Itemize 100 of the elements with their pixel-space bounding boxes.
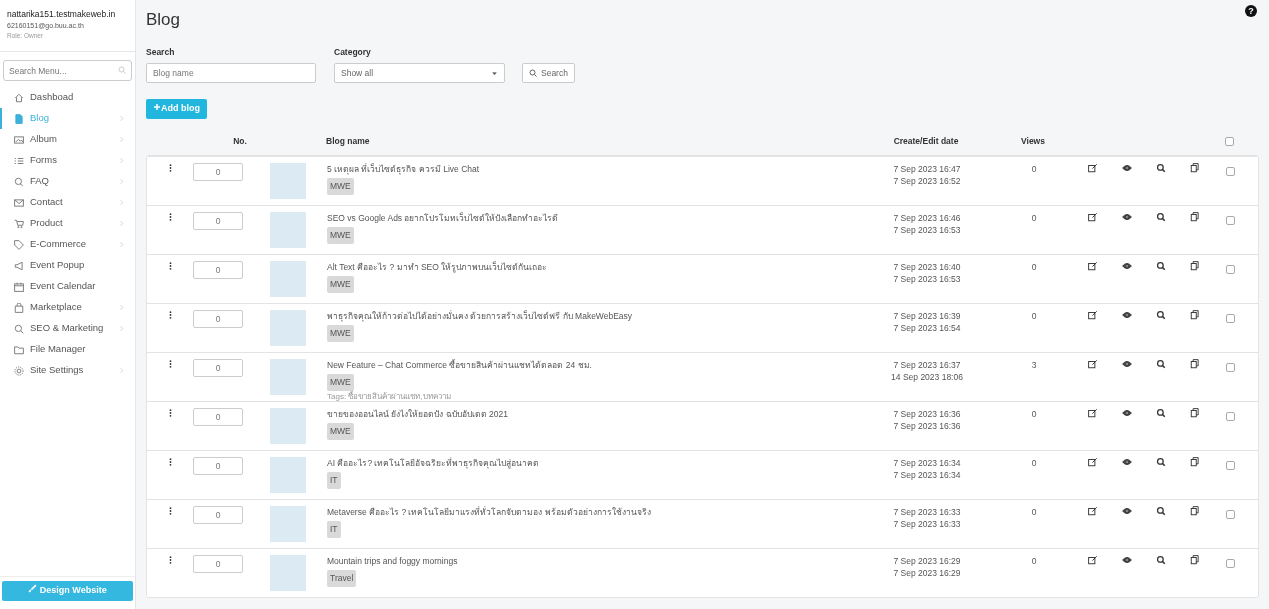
order-number-field[interactable]: 0	[193, 310, 243, 329]
blog-title[interactable]: ขายของออนไลน์ ยังไงให้ยอดปัง ฉบับอัปเดต 2021	[327, 408, 862, 421]
search-icon[interactable]	[1156, 457, 1166, 468]
eye-icon[interactable]	[1122, 163, 1132, 174]
blog-title[interactable]: Metaverse คืออะไร ? เทคโนโลยีมาแรงที่ทั่วโลกจับตามอง พร้อมตัวอย่างการใช้งานจริง	[327, 506, 862, 519]
row-checkbox[interactable]	[1225, 412, 1235, 422]
search-menu-field[interactable]: Search Menu...	[3, 60, 132, 81]
order-number-field[interactable]: 0	[193, 506, 243, 525]
menu-item[interactable]: Dashboad	[0, 87, 135, 108]
blog-title[interactable]: 5 เหตุผล ที่เว็บไซต์ธุรกิจ ควรมี Live Chat	[327, 163, 862, 176]
order-number-field[interactable]: 0	[193, 457, 243, 476]
row-checkbox[interactable]	[1225, 559, 1235, 569]
edit-icon[interactable]	[1088, 310, 1098, 321]
blog-title[interactable]: AI คืออะไร? เทคโนโลยีอัจฉริยะที่พาธุรกิจคุณไปสู่อนาคต	[327, 457, 862, 470]
row-checkbox[interactable]	[1225, 314, 1235, 324]
created-date: 7 Sep 2023 16:34	[892, 457, 962, 470]
blog-title[interactable]: พาธุรกิจคุณให้ก้าวต่อไปได้อย่างมั่นคง ด้วยการสร้างเว็บไซต์ฟรี กับ MakeWebEasy	[327, 310, 862, 323]
menu-item[interactable]: Event Popup	[0, 255, 135, 276]
order-number-field[interactable]: 0	[193, 212, 243, 231]
chevron-icon	[118, 304, 125, 311]
search-icon[interactable]	[1156, 310, 1166, 321]
row-checkbox[interactable]	[1225, 216, 1235, 226]
edit-icon[interactable]	[1088, 163, 1098, 174]
copy-icon[interactable]	[1190, 457, 1200, 468]
photo-placeholder	[270, 506, 306, 543]
edit-icon[interactable]	[1088, 261, 1098, 272]
menu-item[interactable]: Site Settings	[0, 360, 135, 381]
eye-icon[interactable]	[1122, 506, 1132, 517]
order-number-field[interactable]: 0	[193, 261, 243, 280]
order-number-field[interactable]: 0	[193, 359, 243, 378]
chevron-icon	[118, 178, 125, 185]
menu-item[interactable]: SEO & Marketing	[0, 318, 135, 339]
chevron-icon	[118, 136, 125, 143]
category-tag: MWE	[327, 373, 354, 391]
copy-icon[interactable]	[1190, 163, 1200, 174]
copy-icon[interactable]	[1190, 555, 1200, 566]
eye-icon[interactable]	[1122, 310, 1132, 321]
menu-item[interactable]: E-Commerce	[0, 234, 135, 255]
copy-icon[interactable]	[1190, 506, 1200, 517]
copy-icon[interactable]	[1190, 359, 1200, 370]
menu-item[interactable]: File Manager	[0, 339, 135, 360]
blog-title[interactable]: New Feature – Chat Commerce ซื้อขายสินค้าผ่านแชทได้ตลอด 24 ชม.	[327, 359, 862, 372]
edit-icon[interactable]	[1088, 359, 1098, 370]
category-tag: Travel	[327, 569, 357, 587]
edit-icon[interactable]	[1088, 555, 1098, 566]
category-select[interactable]: Show all	[334, 63, 505, 84]
blog-title[interactable]: Mountain trips and foggy mornings	[327, 555, 862, 568]
edited-date: 7 Sep 2023 16:36	[892, 420, 962, 433]
search-icon[interactable]	[1156, 212, 1166, 223]
edited-date: 7 Sep 2023 16:52	[892, 175, 962, 188]
order-number-field[interactable]: 0	[193, 408, 243, 427]
created-date: 7 Sep 2023 16:37	[892, 359, 962, 372]
blog-title[interactable]: Alt Text คืออะไร ? มาทำ SEO ให้รูปภาพบนเว็บไซต์กันเถอะ	[327, 261, 862, 274]
edited-date: 7 Sep 2023 16:53	[892, 224, 962, 237]
field-label: Category	[334, 46, 372, 60]
help-icon[interactable]: ?	[1245, 5, 1257, 17]
edited-date: 7 Sep 2023 16:29	[892, 567, 962, 580]
edit-icon[interactable]	[1088, 212, 1098, 223]
search-icon	[529, 69, 537, 78]
edit-icon[interactable]	[1088, 457, 1098, 468]
blog-title[interactable]: SEO vs Google Ads อยากโปรโมทเว็บไซต์ให้ปังเลือกทำอะไรดี	[327, 212, 862, 225]
row-checkbox[interactable]	[1225, 167, 1235, 177]
copy-icon[interactable]	[1190, 212, 1200, 223]
eye-icon[interactable]	[1122, 359, 1132, 370]
row-checkbox[interactable]	[1225, 363, 1235, 373]
megaphone-icon	[14, 260, 24, 271]
eye-icon[interactable]	[1122, 261, 1132, 272]
blog-name-field[interactable]: Blog name	[146, 63, 316, 84]
menu-item[interactable]: Contact	[0, 192, 135, 213]
order-number-field[interactable]: 0	[193, 163, 243, 182]
search-button[interactable]: Search	[522, 63, 575, 84]
search-icon[interactable]	[1156, 408, 1166, 419]
copy-icon[interactable]	[1190, 408, 1200, 419]
copy-icon[interactable]	[1190, 310, 1200, 321]
menu-item[interactable]: Forms	[0, 150, 135, 171]
edit-icon[interactable]	[1088, 506, 1098, 517]
eye-icon[interactable]	[1122, 212, 1132, 223]
menu-item[interactable]: FAQ	[0, 171, 135, 192]
eye-icon[interactable]	[1122, 457, 1132, 468]
search-icon[interactable]	[1156, 163, 1166, 174]
order-number-field[interactable]: 0	[193, 555, 243, 574]
row-checkbox[interactable]	[1225, 461, 1235, 471]
menu-item[interactable]: Album	[0, 129, 135, 150]
menu-item[interactable]: Product	[0, 213, 135, 234]
select-all-checkbox[interactable]	[1224, 136, 1234, 146]
column-header: Blog name	[326, 135, 370, 146]
search-icon[interactable]	[1156, 506, 1166, 517]
search-icon[interactable]	[1156, 359, 1166, 370]
row-checkbox[interactable]	[1225, 265, 1235, 275]
edit-icon[interactable]	[1088, 408, 1098, 419]
chevron-icon	[118, 325, 125, 332]
row-checkbox[interactable]	[1225, 510, 1235, 520]
menu-item[interactable]: Event Calendar	[0, 276, 135, 297]
eye-icon[interactable]	[1122, 555, 1132, 566]
search-icon[interactable]	[1156, 261, 1166, 272]
search-icon[interactable]	[1156, 555, 1166, 566]
menu-item[interactable]: Marketplace	[0, 297, 135, 318]
copy-icon[interactable]	[1190, 261, 1200, 272]
eye-icon[interactable]	[1122, 408, 1132, 419]
created-date: 7 Sep 2023 16:40	[892, 261, 962, 274]
